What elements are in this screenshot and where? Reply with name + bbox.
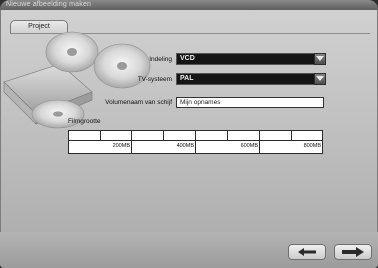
volumename-label: Volumenaam van schijf — [105, 99, 172, 106]
back-button[interactable] — [288, 244, 326, 260]
filesize-scale: 200MB 400MB 600MB 800MB — [68, 130, 323, 154]
scale-tick — [195, 130, 196, 154]
scale-tick — [259, 130, 260, 154]
scale-tick — [131, 130, 132, 154]
next-button[interactable] — [334, 244, 372, 260]
tvsystem-value: PAL — [180, 75, 194, 82]
scale-tick — [163, 130, 164, 140]
tvsystem-label: TV-systeem — [137, 76, 172, 83]
title-bar: Nieuwe afbeelding maken — [0, 0, 378, 10]
arrow-right-icon — [342, 247, 364, 257]
scale-tick — [100, 130, 101, 140]
volumename-input[interactable]: Mijn opnames — [176, 97, 324, 108]
arrow-left-icon — [298, 248, 316, 256]
tvsystem-dropdown[interactable]: PAL — [176, 73, 326, 85]
scale-label: 200MB — [112, 143, 130, 149]
chevron-down-icon[interactable] — [314, 73, 326, 85]
scale-tick — [291, 130, 292, 140]
filesize-label: Filmgrootte — [68, 118, 101, 125]
scale-tick — [227, 130, 228, 140]
chevron-down-icon[interactable] — [314, 53, 326, 65]
scale-label: 800MB — [303, 143, 321, 149]
layout-label: Indeling — [149, 56, 172, 63]
tab-project-label: Project — [28, 23, 50, 30]
layout-dropdown[interactable]: VCD — [176, 53, 326, 65]
window-title: Nieuwe afbeelding maken — [6, 1, 92, 8]
layout-value: VCD — [180, 55, 195, 62]
scale-label: 400MB — [176, 143, 194, 149]
wizard-window: Nieuwe afbeelding maken Project Indeling… — [0, 0, 378, 268]
scale-label: 600MB — [240, 143, 258, 149]
